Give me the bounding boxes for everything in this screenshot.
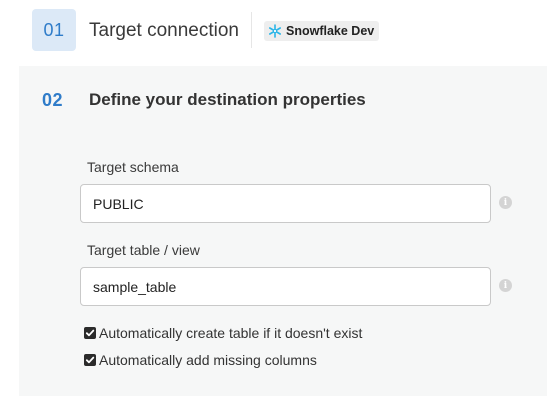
auto-create-table-label: Automatically create table if it doesn't… — [99, 325, 363, 341]
connection-chip[interactable]: Snowflake Dev — [264, 21, 380, 41]
checkmark-icon — [85, 329, 95, 337]
target-schema-input[interactable] — [80, 184, 491, 223]
step-1-number: 01 — [43, 19, 65, 40]
connection-name: Snowflake Dev — [286, 24, 375, 38]
step-2-title: Define your destination properties — [89, 90, 366, 109]
step-1-title: Target connection — [89, 20, 239, 41]
target-table-input[interactable] — [80, 267, 491, 306]
target-table-label: Target table / view — [87, 242, 200, 258]
snowflake-icon — [268, 24, 282, 38]
header-divider — [251, 12, 252, 48]
auto-create-table-checkbox[interactable] — [84, 327, 96, 339]
step-2-number: 02 — [42, 90, 64, 110]
auto-add-columns-option[interactable]: Automatically add missing columns — [84, 352, 317, 368]
auto-create-table-option[interactable]: Automatically create table if it doesn't… — [84, 325, 362, 341]
schema-info-icon[interactable]: i — [499, 196, 512, 209]
destination-panel — [19, 66, 547, 396]
target-schema-label: Target schema — [87, 159, 179, 175]
step-1-badge: 01 — [32, 9, 76, 51]
auto-add-columns-label: Automatically add missing columns — [99, 352, 317, 368]
auto-add-columns-checkbox[interactable] — [84, 354, 96, 366]
checkmark-icon — [85, 356, 95, 364]
table-info-icon[interactable]: i — [499, 279, 512, 292]
